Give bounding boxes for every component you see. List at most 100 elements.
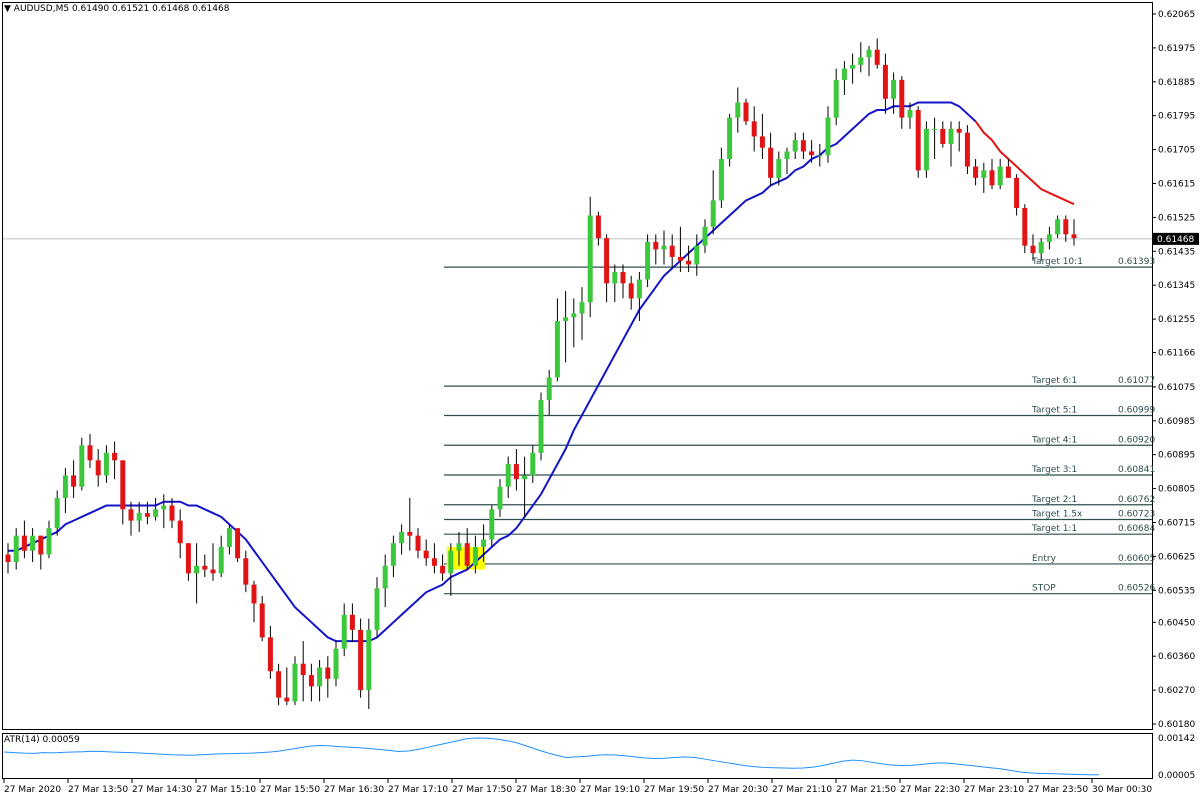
candle bbox=[645, 234, 651, 288]
candle-body bbox=[891, 79, 897, 99]
candle-body bbox=[727, 117, 733, 160]
candle-body bbox=[825, 117, 831, 156]
candle-body bbox=[235, 528, 241, 559]
candle-body bbox=[669, 245, 675, 257]
triangle-down-icon[interactable]: ▼ bbox=[4, 4, 11, 14]
candle-body bbox=[46, 528, 52, 555]
trading-chart[interactable]: Target 10:1 0.61393 Target 6:1 0.61077 Targe… bbox=[0, 0, 1200, 800]
candle-body bbox=[259, 603, 265, 638]
candle-body bbox=[194, 565, 200, 574]
candle-body bbox=[989, 170, 995, 186]
chart-background bbox=[0, 0, 1200, 800]
time-tick-label: 27 Mar 23:50 bbox=[1028, 785, 1088, 795]
level-value: 0.60605 bbox=[1118, 554, 1155, 564]
candle-body bbox=[874, 49, 880, 65]
candle-body bbox=[882, 64, 888, 99]
level-value: 0.61077 bbox=[1118, 376, 1155, 386]
candle-body bbox=[185, 543, 191, 574]
candle-body bbox=[276, 671, 282, 698]
price-tick-label: 0.60895 bbox=[1158, 451, 1195, 461]
candle-body bbox=[628, 283, 634, 299]
candle-body bbox=[850, 64, 856, 69]
candle-body bbox=[128, 509, 134, 521]
candle-body bbox=[54, 498, 60, 529]
level-label: Target 5:1 bbox=[1031, 406, 1077, 416]
price-tick-label: 0.61885 bbox=[1158, 78, 1195, 88]
candle-body bbox=[948, 128, 954, 144]
candle-body bbox=[858, 57, 864, 65]
time-tick-label: 27 Mar 22:30 bbox=[900, 785, 960, 795]
price-tick-label: 0.61435 bbox=[1158, 247, 1195, 257]
candle-body bbox=[1071, 234, 1077, 239]
candle-body bbox=[661, 245, 667, 250]
candle-body bbox=[267, 637, 273, 672]
price-tick-label: 0.60270 bbox=[1158, 686, 1195, 696]
level-value: 0.60841 bbox=[1118, 465, 1155, 475]
ohlc-close: 0.61468 bbox=[192, 4, 230, 14]
level-label: Target 1.5x bbox=[1031, 509, 1083, 519]
candle-body bbox=[538, 400, 544, 453]
candle bbox=[538, 392, 544, 461]
candle-body bbox=[95, 460, 101, 476]
price-tick-label: 0.60180 bbox=[1158, 720, 1195, 730]
candle-body bbox=[251, 584, 257, 604]
candle-body bbox=[817, 155, 823, 157]
candle-body bbox=[87, 445, 93, 461]
candle-body bbox=[21, 535, 27, 551]
candle-body bbox=[481, 539, 487, 547]
candle-body bbox=[1063, 219, 1069, 235]
candle-body bbox=[710, 200, 716, 227]
level-value: 0.60723 bbox=[1118, 509, 1155, 519]
time-tick-label: 27 Mar 19:50 bbox=[644, 785, 704, 795]
candle-body bbox=[751, 121, 757, 137]
candle-body bbox=[317, 667, 323, 687]
time-tick-label: 27 Mar 18:30 bbox=[516, 785, 576, 795]
candle-body bbox=[923, 128, 929, 171]
candle-body bbox=[13, 535, 19, 563]
level-label: Target 6:1 bbox=[1031, 376, 1077, 386]
symbol-header: ▼ AUDUSD,M5 0.61490 0.61521 0.61468 0.61… bbox=[4, 4, 229, 14]
candle-body bbox=[907, 110, 913, 118]
candle-body bbox=[513, 464, 519, 480]
candle-body bbox=[587, 215, 593, 303]
level-label: Target 4:1 bbox=[1031, 435, 1077, 445]
candle-body bbox=[456, 543, 462, 551]
candle-body bbox=[1030, 245, 1036, 254]
atr-label: ATR(14) 0.00059 bbox=[4, 735, 80, 745]
price-tick-label: 0.60985 bbox=[1158, 417, 1195, 427]
candle-body bbox=[407, 531, 413, 536]
candle-body bbox=[792, 140, 798, 152]
time-tick-label: 27 Mar 16:30 bbox=[324, 785, 384, 795]
candle-body bbox=[177, 520, 183, 544]
symbol-name: AUDUSD,M5 bbox=[13, 4, 70, 14]
level-value: 0.60999 bbox=[1118, 406, 1155, 416]
level-label: Target 3:1 bbox=[1031, 465, 1077, 475]
time-tick-label: 27 Mar 17:50 bbox=[452, 785, 512, 795]
candle-body bbox=[940, 128, 946, 144]
candle-body bbox=[1022, 207, 1028, 246]
price-tick-label: 0.61615 bbox=[1158, 179, 1195, 189]
candle-body bbox=[702, 226, 708, 246]
time-tick-label: 27 Mar 14:30 bbox=[132, 785, 192, 795]
time-tick-label: 27 Mar 13:50 bbox=[68, 785, 128, 795]
candle bbox=[923, 121, 929, 178]
candle-body bbox=[735, 102, 741, 118]
candle-body bbox=[218, 546, 224, 574]
candle-body bbox=[390, 543, 396, 566]
candle bbox=[79, 437, 85, 491]
level-value: 0.60684 bbox=[1118, 524, 1155, 534]
candle-body bbox=[595, 215, 601, 239]
candle-body bbox=[604, 238, 610, 284]
candle-body bbox=[366, 629, 372, 691]
level-value: 0.60526 bbox=[1118, 584, 1155, 594]
candle-body bbox=[415, 535, 421, 551]
price-tick-label: 0.61255 bbox=[1158, 315, 1195, 325]
candle-body bbox=[382, 565, 388, 589]
price-tick-label: 0.60715 bbox=[1158, 518, 1195, 528]
candle bbox=[727, 113, 733, 167]
candle-body bbox=[530, 452, 536, 476]
candle-body bbox=[694, 245, 700, 265]
candle-body bbox=[489, 509, 495, 540]
price-tick-label: 0.61166 bbox=[1158, 349, 1195, 359]
level-value: 0.61393 bbox=[1118, 257, 1155, 267]
